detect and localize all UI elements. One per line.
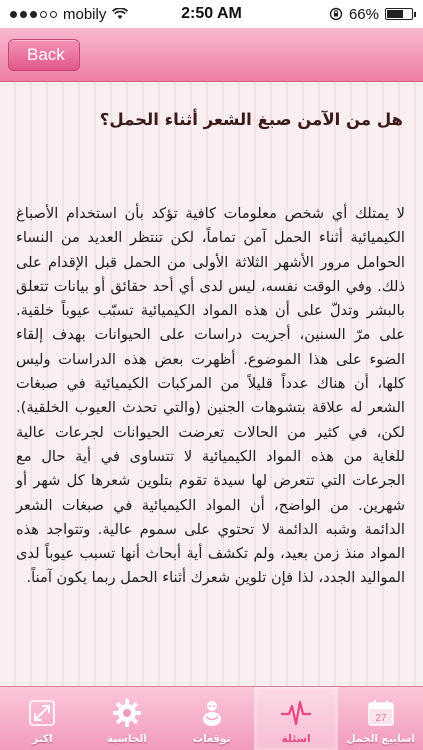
rotation-lock-icon [329, 7, 343, 21]
article-title: هل من الآمن صبغ الشعر أثناء الحمل؟ [99, 110, 403, 129]
heartbeat-icon [279, 696, 313, 730]
status-right: 66% [329, 5, 416, 23]
calendar-day: 27 [375, 713, 387, 724]
back-button[interactable]: Back [8, 39, 80, 71]
navigation-bar: Back [0, 28, 423, 82]
tab-label: اكثر [32, 733, 53, 745]
tab-calculator[interactable]: الحاسبة [85, 687, 170, 750]
tab-questions[interactable]: اسئلة [253, 687, 339, 750]
carrier-name: mobily [63, 5, 107, 23]
baby-icon [195, 696, 229, 730]
battery-icon [385, 8, 416, 20]
tab-bar: 27 اسابيع الحمل اسئلة توقعات الحاسبة اكث… [0, 686, 423, 750]
battery-percent: 66% [348, 5, 379, 23]
expand-icon [25, 696, 59, 730]
tab-label: الحاسبة [106, 733, 147, 745]
gear-icon [110, 696, 144, 730]
tab-pregnancy-weeks[interactable]: 27 اسابيع الحمل [338, 687, 423, 750]
wifi-icon [112, 8, 129, 19]
article-content[interactable]: هل من الآمن صبغ الشعر أثناء الحمل؟ لا يم… [0, 82, 423, 686]
tab-more[interactable]: اكثر [0, 687, 85, 750]
calendar-icon: 27 [364, 696, 398, 730]
article-body: لا يمتلك أي شخص معلومات كافية تؤكد بأن ا… [16, 205, 405, 587]
status-left: mobily [10, 5, 129, 23]
tab-label: اسئلة [281, 733, 311, 745]
battery-fill [387, 10, 403, 18]
tab-expectations[interactable]: توقعات [169, 687, 254, 750]
tab-label: توقعات [192, 733, 231, 745]
status-bar: mobily 2:50 AM 66% [0, 0, 423, 28]
tab-label: اسابيع الحمل [346, 733, 415, 745]
signal-strength-icon [10, 10, 57, 18]
back-button-label: Back [27, 45, 65, 64]
